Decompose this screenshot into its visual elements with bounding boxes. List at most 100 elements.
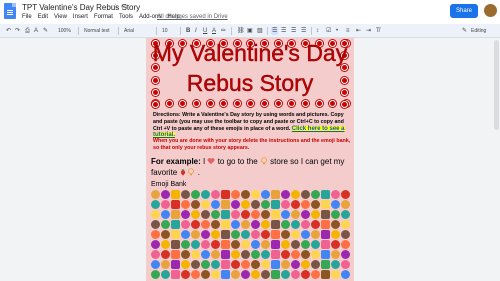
menu-insert[interactable]: Insert [73,14,88,20]
emoji-icon[interactable] [331,190,340,199]
highlight-icon[interactable]: ✏ [221,27,226,35]
emoji-icon[interactable] [311,240,320,249]
emoji-icon[interactable] [211,240,220,249]
emoji-icon[interactable] [191,190,200,199]
emoji-icon[interactable] [311,230,320,239]
emoji-icon[interactable] [211,190,220,199]
emoji-icon[interactable] [331,260,340,269]
bold-icon[interactable]: B [186,27,190,35]
emoji-icon[interactable] [241,250,250,259]
emoji-icon[interactable] [261,190,270,199]
emoji-icon[interactable] [331,230,340,239]
emoji-icon[interactable] [301,250,310,259]
emoji-icon[interactable] [341,220,350,229]
emoji-icon[interactable] [251,240,260,249]
emoji-icon[interactable] [151,250,160,259]
emoji-icon[interactable] [171,250,180,259]
emoji-icon[interactable] [221,190,230,199]
emoji-icon[interactable] [261,260,270,269]
emoji-icon[interactable] [171,220,180,229]
emoji-icon[interactable] [281,240,290,249]
underline-icon[interactable]: U [203,27,207,35]
line-spacing-icon[interactable]: ↕ [316,27,319,35]
emoji-icon[interactable] [331,220,340,229]
emoji-icon[interactable] [171,190,180,199]
decrease-indent-icon[interactable]: ⇤ [356,27,361,35]
emoji-icon[interactable] [221,230,230,239]
emoji-icon[interactable] [271,200,280,209]
move-folder-icon[interactable]: ▭ [121,2,128,10]
star-icon[interactable]: ☆ [112,2,119,11]
emoji-icon[interactable] [161,250,170,259]
emoji-icon[interactable] [291,260,300,269]
print-icon[interactable]: ⎙ [25,27,30,35]
emoji-icon[interactable] [191,250,200,259]
emoji-icon[interactable] [291,220,300,229]
editing-mode-select[interactable]: Editing [471,27,486,35]
emoji-icon[interactable] [271,270,280,279]
emoji-icon[interactable] [311,250,320,259]
emoji-icon[interactable] [321,230,330,239]
spellcheck-icon[interactable]: A [34,27,38,35]
emoji-icon[interactable] [301,210,310,219]
emoji-icon[interactable] [151,230,160,239]
menu-format[interactable]: Format [94,14,113,20]
share-button[interactable]: Share [450,4,478,18]
emoji-icon[interactable] [181,220,190,229]
emoji-icon[interactable] [151,210,160,219]
numbered-list-icon[interactable]: ≡ [346,27,350,35]
emoji-icon[interactable] [301,260,310,269]
emoji-icon[interactable] [241,210,250,219]
text-color-icon[interactable]: A [212,27,216,35]
paint-format-icon[interactable]: ✎ [43,27,48,35]
zoom-select[interactable]: 100% [58,27,71,35]
emoji-icon[interactable] [231,260,240,269]
emoji-icon[interactable] [261,230,270,239]
emoji-icon[interactable] [271,230,280,239]
emoji-icon[interactable] [211,260,220,269]
emoji-icon[interactable] [211,250,220,259]
emoji-icon[interactable] [191,260,200,269]
emoji-icon[interactable] [181,230,190,239]
emoji-icon[interactable] [311,260,320,269]
emoji-icon[interactable] [161,270,170,279]
emoji-icon[interactable] [281,200,290,209]
emoji-icon[interactable] [251,210,260,219]
emoji-icon[interactable] [241,270,250,279]
menu-tools[interactable]: Tools [119,14,133,20]
emoji-icon[interactable] [151,260,160,269]
checklist-icon[interactable]: ☑ [326,27,331,35]
emoji-icon[interactable] [301,240,310,249]
emoji-icon[interactable] [151,200,160,209]
emoji-icon[interactable] [161,240,170,249]
emoji-icon[interactable] [221,200,230,209]
align-left-icon[interactable]: ☰ [271,27,279,35]
document-page[interactable]: My Valentine's Day Rebus Story Direction… [146,38,354,281]
emoji-icon[interactable] [321,190,330,199]
undo-icon[interactable]: ↶ [6,27,11,35]
emoji-icon[interactable] [281,250,290,259]
emoji-icon[interactable] [181,270,190,279]
emoji-icon[interactable] [231,230,240,239]
emoji-icon[interactable] [251,250,260,259]
menu-view[interactable]: View [54,14,67,20]
emoji-icon[interactable] [201,250,210,259]
emoji-icon[interactable] [321,200,330,209]
emoji-icon[interactable] [291,230,300,239]
emoji-icon[interactable] [231,250,240,259]
emoji-icon[interactable] [221,210,230,219]
emoji-icon[interactable] [251,220,260,229]
emoji-icon[interactable] [211,270,220,279]
emoji-icon[interactable] [221,250,230,259]
emoji-icon[interactable] [181,190,190,199]
emoji-icon[interactable] [221,270,230,279]
emoji-icon[interactable] [241,190,250,199]
emoji-icon[interactable] [171,200,180,209]
increase-indent-icon[interactable]: ⇥ [366,27,371,35]
emoji-icon[interactable] [181,250,190,259]
emoji-icon[interactable] [341,270,350,279]
emoji-icon[interactable] [241,220,250,229]
emoji-icon[interactable] [151,190,160,199]
emoji-icon[interactable] [271,260,280,269]
emoji-icon[interactable] [331,210,340,219]
